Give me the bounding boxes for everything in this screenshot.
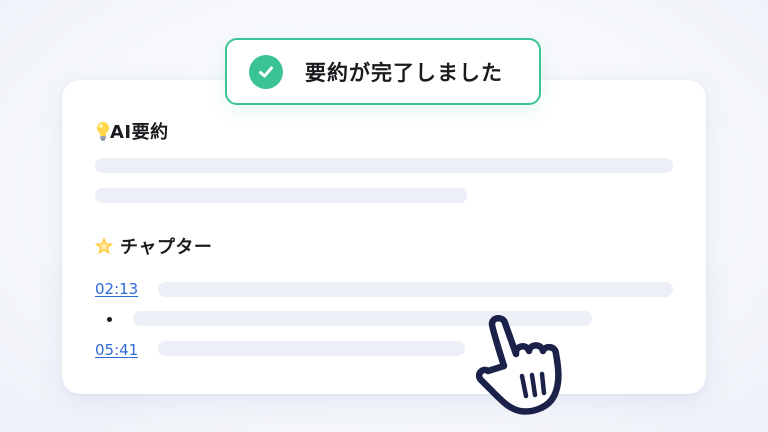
bullet-point bbox=[107, 317, 112, 322]
chapter-line-placeholder bbox=[158, 282, 673, 297]
chapters-title: チャプター bbox=[120, 237, 213, 258]
check-circle-icon bbox=[249, 54, 283, 89]
stage: AI要約 チャプター 02:13 05:41 要約が完了しました bbox=[0, 0, 768, 432]
summary-line-placeholder bbox=[95, 158, 673, 173]
toast-message: 要約が完了しました bbox=[305, 60, 503, 85]
completion-toast: 要約が完了しました bbox=[225, 38, 541, 105]
summary-card: AI要約 チャプター 02:13 05:41 bbox=[62, 80, 706, 394]
chapter-timestamp-link[interactable]: 05:41 bbox=[95, 341, 138, 359]
hand-pointer-icon bbox=[470, 312, 582, 418]
ai-summary-title: AI要約 bbox=[110, 122, 169, 143]
ai-summary-heading: AI要約 bbox=[96, 118, 169, 144]
light-bulb-icon bbox=[96, 121, 110, 141]
glowing-star-icon bbox=[94, 236, 114, 256]
chapter-line-placeholder bbox=[158, 341, 465, 356]
chapters-heading: チャプター bbox=[94, 233, 212, 259]
chapter-timestamp-link[interactable]: 02:13 bbox=[95, 280, 138, 298]
summary-line-placeholder bbox=[95, 188, 467, 203]
